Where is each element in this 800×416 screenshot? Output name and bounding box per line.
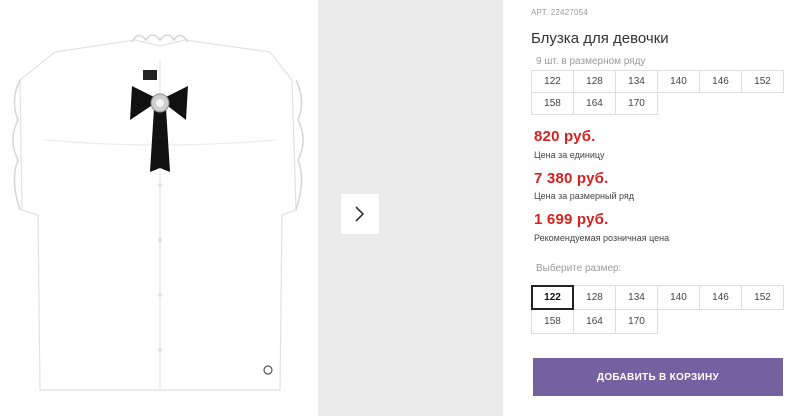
series-size-cell: 164 bbox=[573, 92, 616, 115]
blouse-image bbox=[12, 34, 304, 391]
series-note: 9 шт. в размерном ряду bbox=[536, 56, 646, 67]
size-option[interactable]: 146 bbox=[699, 285, 742, 310]
series-size-cell: 140 bbox=[657, 70, 700, 93]
unit-price: 820 руб. bbox=[534, 128, 596, 145]
series-size-grid: 122 128 134 140 146 152 158 164 170 bbox=[531, 70, 784, 115]
series-size-cell: 134 bbox=[615, 70, 658, 93]
series-size-cell: 122 bbox=[531, 70, 574, 93]
size-option[interactable]: 134 bbox=[615, 285, 658, 310]
series-size-cell: 152 bbox=[741, 70, 784, 93]
article-number: АРТ. 22427054 bbox=[531, 8, 588, 17]
retail-price: 1 699 руб. bbox=[534, 211, 609, 228]
series-size-cell: 128 bbox=[573, 70, 616, 93]
gallery-next-button[interactable] bbox=[341, 194, 379, 234]
product-photo-main[interactable] bbox=[0, 0, 318, 416]
retail-price-label: Рекомендуемая розничная цена bbox=[534, 233, 670, 243]
size-option[interactable]: 128 bbox=[573, 285, 616, 310]
size-option[interactable]: 152 bbox=[741, 285, 784, 310]
size-option[interactable]: 164 bbox=[573, 309, 616, 334]
size-option-selected[interactable]: 122 bbox=[531, 285, 574, 310]
series-size-cell: 170 bbox=[615, 92, 658, 115]
choose-size-label: Выберите размер: bbox=[536, 263, 622, 274]
size-selector: 122 128 134 140 146 152 158 164 170 bbox=[531, 285, 784, 334]
chevron-right-icon bbox=[355, 206, 365, 222]
size-option[interactable]: 170 bbox=[615, 309, 658, 334]
series-size-cell: 146 bbox=[699, 70, 742, 93]
product-title: Блузка для девочки bbox=[531, 30, 669, 47]
series-price-label: Цена за размерный ряд bbox=[534, 191, 635, 201]
series-size-cell: 158 bbox=[531, 92, 574, 115]
size-option[interactable]: 158 bbox=[531, 309, 574, 334]
size-option[interactable]: 140 bbox=[657, 285, 700, 310]
series-price: 7 380 руб. bbox=[534, 170, 609, 187]
add-to-cart-button[interactable]: ДОБАВИТЬ В КОРЗИНУ bbox=[533, 358, 783, 396]
unit-price-label: Цена за единицу bbox=[534, 150, 605, 160]
